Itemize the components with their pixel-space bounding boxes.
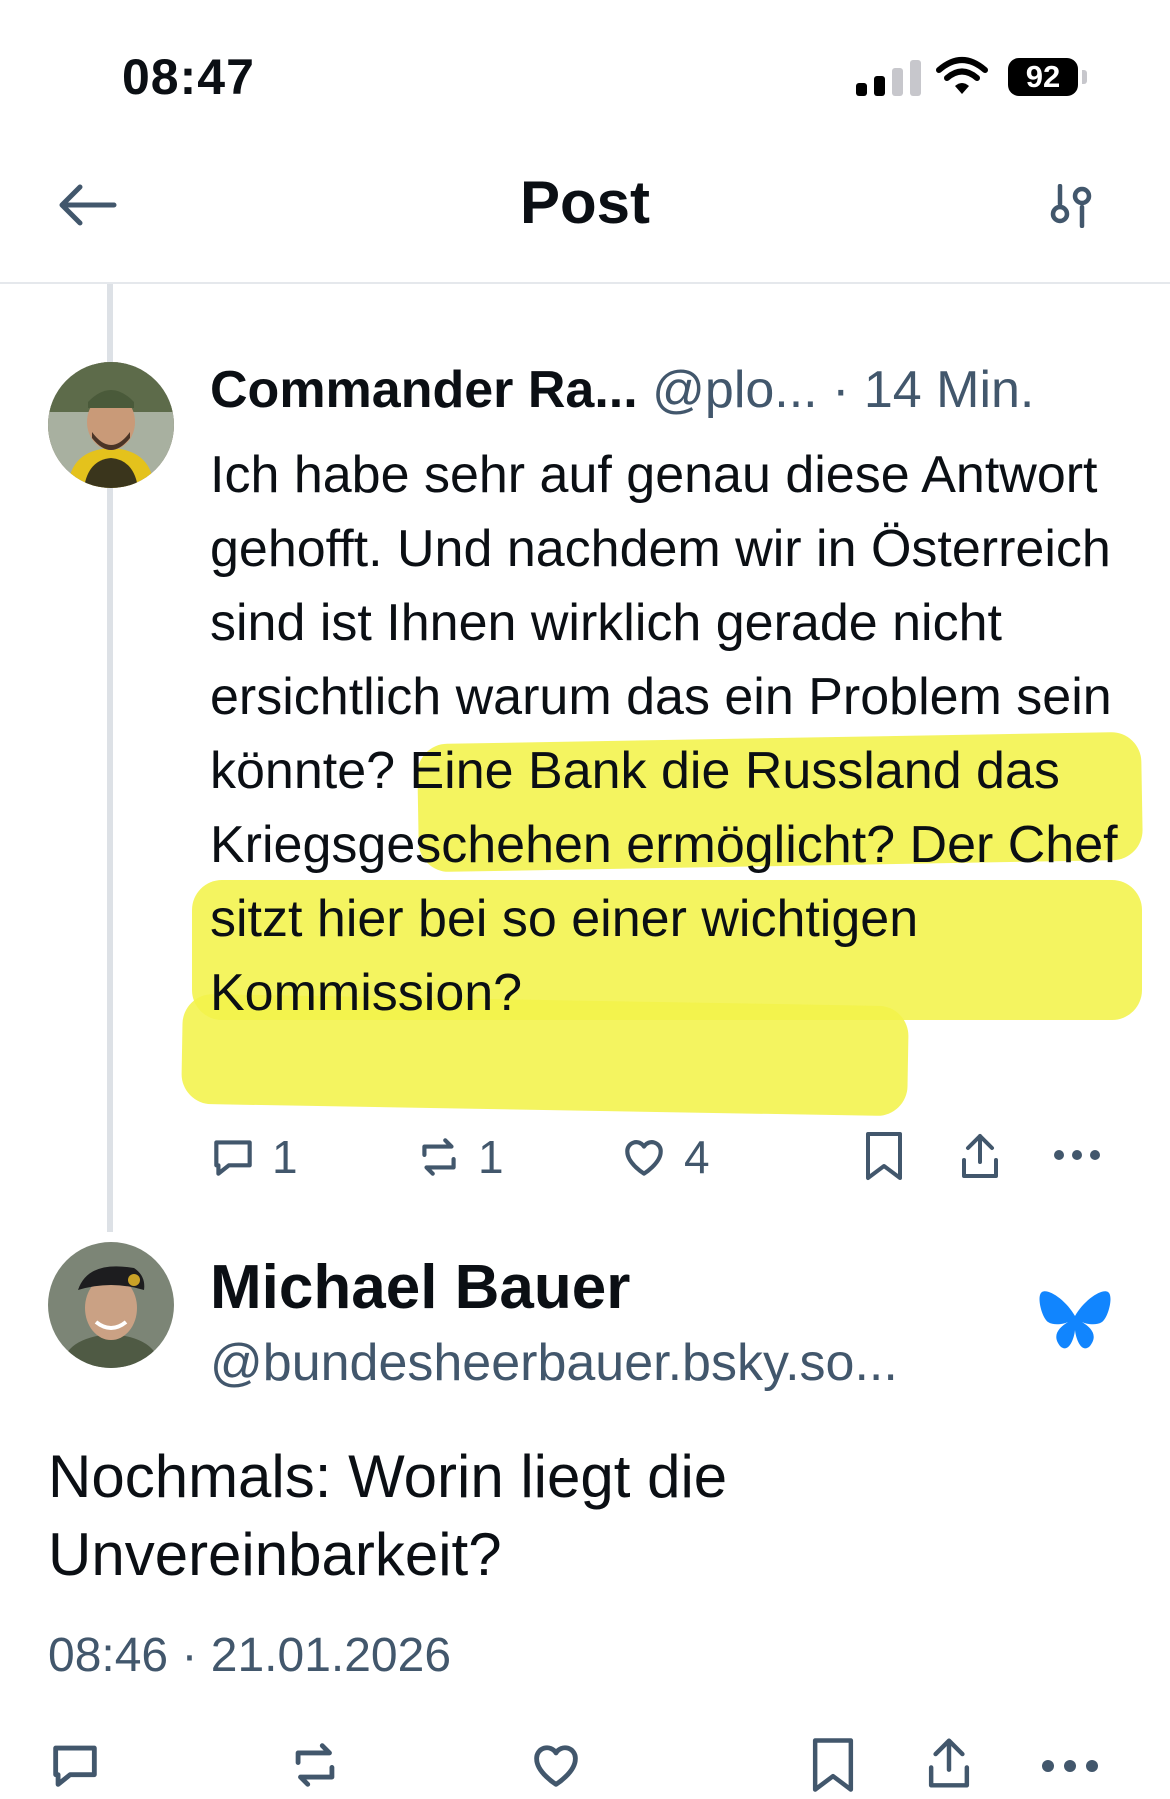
main-author-avatar[interactable] <box>48 1242 174 1368</box>
main-post-timestamp: 08:46 · 21.01.2026 <box>48 1629 452 1682</box>
main-action-row <box>0 1728 1170 1799</box>
reply-reply-count: 1 <box>272 1131 298 1183</box>
main-share-button[interactable] <box>922 1734 976 1792</box>
page-title: Post <box>519 169 651 236</box>
main-bookmark-button[interactable] <box>808 1736 858 1794</box>
reply-more-button[interactable] <box>1052 1148 1102 1162</box>
reply-bookmark-button[interactable] <box>862 1130 906 1182</box>
reply-icon <box>214 1140 252 1176</box>
heart-icon <box>625 1140 663 1176</box>
heart-icon <box>534 1745 578 1787</box>
repost-icon <box>422 1138 456 1176</box>
bookmark-icon <box>866 1132 902 1180</box>
main-reply-button[interactable] <box>46 1736 104 1794</box>
main-more-button[interactable] <box>1040 1758 1100 1774</box>
reply-like-count: 4 <box>684 1131 710 1183</box>
more-icon <box>1042 1760 1098 1772</box>
thread-settings-button[interactable] <box>1048 183 1094 233</box>
reply-body-text: Ich habe sehr auf genau diese Antwort ge… <box>210 446 1118 1022</box>
reply-action-row: 1 1 4 <box>0 1130 1170 1190</box>
reply-repost-button[interactable]: 1 <box>414 1130 504 1184</box>
share-icon <box>928 1738 970 1788</box>
reply-comment-button[interactable]: 1 <box>208 1130 298 1184</box>
battery-level: 92 <box>1008 58 1078 96</box>
reply-author-handle[interactable]: @plo... <box>652 361 818 419</box>
main-post-text: Nochmals: Worin liegt die Unvereinbarkei… <box>48 1443 728 1588</box>
reply-repost-count: 1 <box>478 1131 504 1183</box>
reply-like-button[interactable]: 4 <box>618 1130 710 1184</box>
more-icon <box>1054 1150 1100 1160</box>
cellular-signal-icon <box>856 58 921 96</box>
main-author-handle[interactable]: @bundesheerbauer.bsky.so... <box>210 1333 898 1393</box>
reply-timestamp: · 14 Min. <box>832 361 1035 419</box>
share-icon <box>962 1134 998 1178</box>
reply-author-name[interactable]: Commander Ra... <box>210 361 638 419</box>
status-time: 08:47 <box>122 49 255 105</box>
reply-author-avatar[interactable] <box>48 362 174 488</box>
main-author-name[interactable]: Michael Bauer <box>210 1252 630 1323</box>
main-repost-button[interactable] <box>286 1736 344 1794</box>
battery-indicator: 92 <box>1008 58 1087 96</box>
sliders-icon <box>1050 183 1092 229</box>
main-like-button[interactable] <box>526 1736 586 1794</box>
reply-share-button[interactable] <box>956 1130 1004 1182</box>
wifi-icon <box>936 56 988 101</box>
reply-header: Commander Ra... @plo... · 14 Min. <box>210 360 1034 420</box>
bookmark-icon <box>812 1738 854 1792</box>
repost-icon <box>295 1743 335 1787</box>
reply-icon <box>53 1745 97 1787</box>
bluesky-butterfly-icon <box>1038 1288 1112 1359</box>
